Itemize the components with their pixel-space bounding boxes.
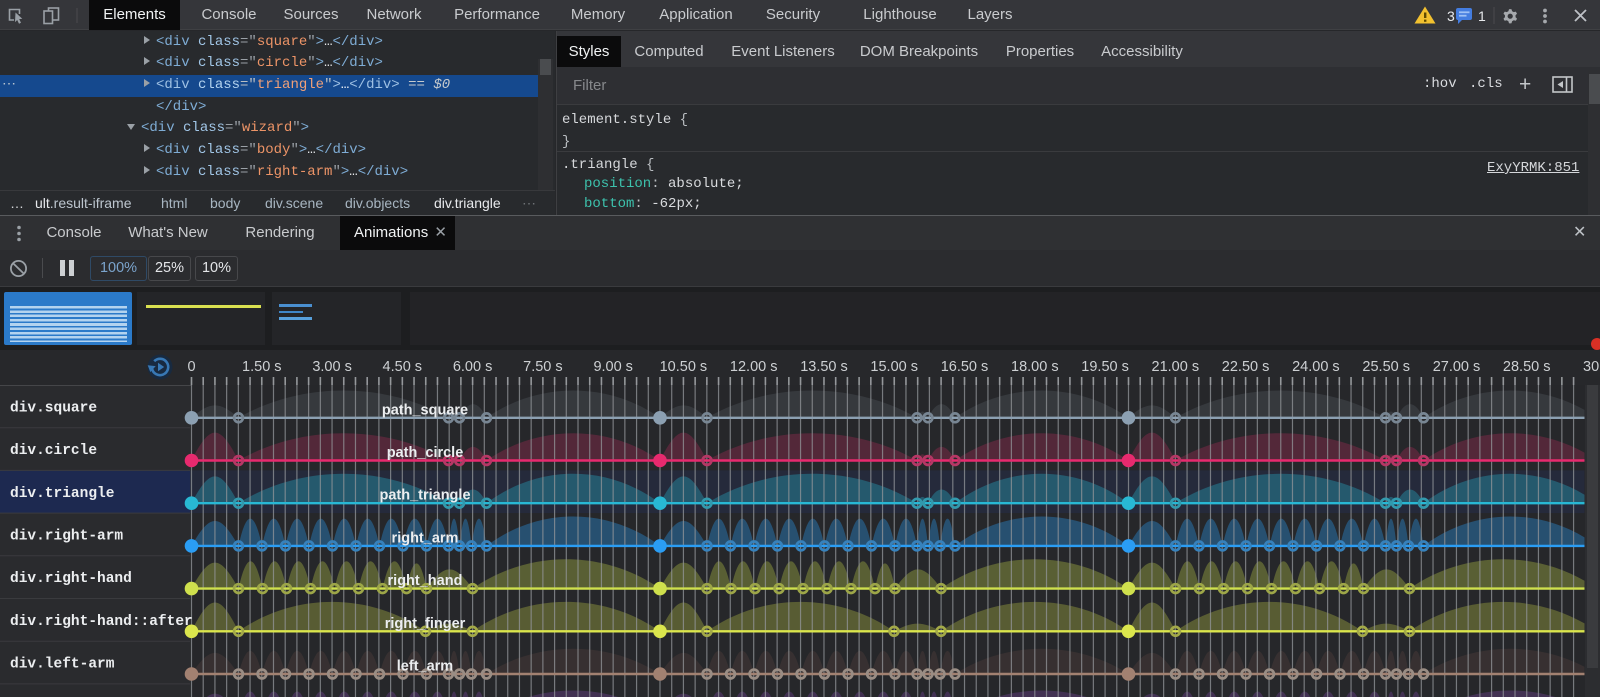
svg-text:div.right-hand::after: div.right-hand::after: [10, 614, 193, 630]
svg-text:9.00 s: 9.00 s: [593, 359, 633, 375]
svg-text:div.right-hand: div.right-hand: [10, 571, 132, 587]
svg-text:div.triangle: div.triangle: [10, 486, 114, 502]
svg-text:right_finger: right_finger: [385, 616, 466, 632]
svg-text:30.0: 30.0: [1583, 359, 1600, 375]
svg-text:21.00 s: 21.00 s: [1152, 359, 1200, 375]
svg-text:7.50 s: 7.50 s: [523, 359, 563, 375]
svg-text:10.50 s: 10.50 s: [660, 359, 708, 375]
svg-text:div.circle: div.circle: [10, 443, 97, 459]
svg-text:12.00 s: 12.00 s: [730, 359, 778, 375]
svg-text:3: 3: [1447, 8, 1455, 24]
svg-text:right_hand: right_hand: [388, 573, 463, 589]
svg-text:div.left-arm: div.left-arm: [10, 657, 115, 673]
svg-text:16.50 s: 16.50 s: [941, 359, 989, 375]
svg-text:24.00 s: 24.00 s: [1292, 359, 1340, 375]
svg-text:25.50 s: 25.50 s: [1362, 359, 1410, 375]
svg-text:1: 1: [1478, 8, 1486, 24]
svg-text:left_arm: left_arm: [397, 659, 453, 675]
svg-text:3.00 s: 3.00 s: [312, 359, 352, 375]
svg-text:path_triangle: path_triangle: [379, 488, 470, 504]
svg-text:6.00 s: 6.00 s: [453, 359, 493, 375]
svg-text:path_square: path_square: [382, 402, 468, 418]
svg-text:right_arm: right_arm: [392, 530, 459, 546]
svg-text:15.00 s: 15.00 s: [870, 359, 918, 375]
svg-text:13.50 s: 13.50 s: [800, 359, 848, 375]
svg-text:19.50 s: 19.50 s: [1081, 359, 1129, 375]
svg-text:div.right-arm: div.right-arm: [10, 529, 123, 545]
svg-text:22.50 s: 22.50 s: [1222, 359, 1270, 375]
svg-text:4.50 s: 4.50 s: [383, 359, 423, 375]
svg-text:0: 0: [187, 359, 195, 375]
svg-text:28.50 s: 28.50 s: [1503, 359, 1551, 375]
svg-text:1.50 s: 1.50 s: [242, 359, 282, 375]
svg-text:27.00 s: 27.00 s: [1433, 359, 1481, 375]
svg-text:path_circle: path_circle: [387, 445, 464, 461]
svg-text:div.square: div.square: [10, 400, 97, 416]
svg-text:18.00 s: 18.00 s: [1011, 359, 1059, 375]
